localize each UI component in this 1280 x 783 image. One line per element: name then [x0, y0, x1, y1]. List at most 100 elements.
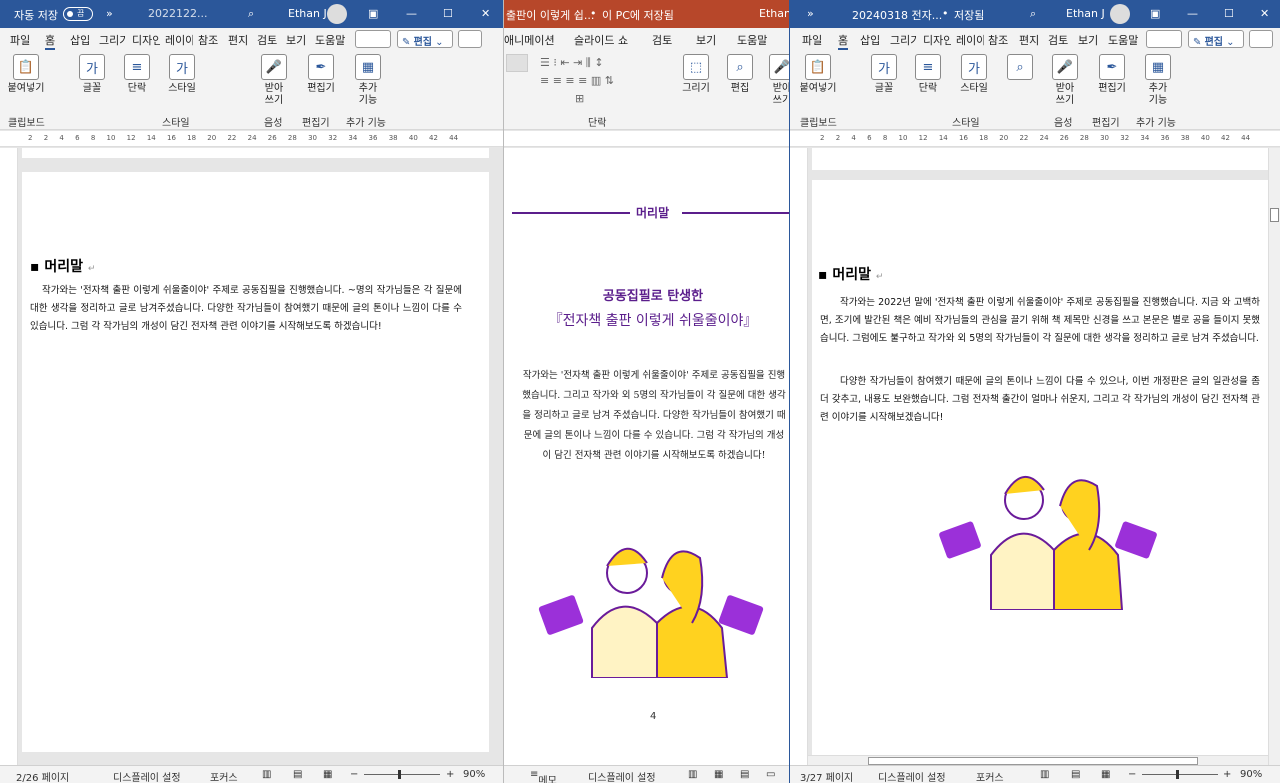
slide-page[interactable]: 머리말 공동집필로 탄생한 『전자책 출판 이렇게 쉬울줄이야』 작가와는 '전… — [504, 148, 789, 765]
display-settings[interactable]: 디스플레이 설정 — [113, 769, 181, 783]
share-button[interactable] — [458, 30, 482, 48]
edit-mode-button[interactable]: ✎ 편집 ⌄ — [1188, 30, 1244, 48]
dictate-button[interactable]: 🎤받아 쓰기 — [762, 54, 789, 124]
draw-button[interactable]: ⬚ 그리기 — [676, 54, 716, 124]
search-button[interactable]: ⌕ — [1000, 54, 1040, 124]
doc-title[interactable]: 2022122... — [148, 7, 207, 20]
paragraph-button[interactable]: ≡ 단락 — [908, 54, 948, 124]
scroll-thumb[interactable] — [1270, 208, 1279, 222]
focus-mode[interactable]: 포커스 — [210, 769, 238, 783]
zoom-out-icon[interactable]: − — [1128, 769, 1136, 780]
tab-slideshow[interactable]: 슬라이드 쇼 — [574, 32, 628, 48]
tab-references[interactable]: 참조 — [198, 32, 218, 48]
horizontal-ruler[interactable] — [504, 131, 789, 147]
zoom-slider[interactable] — [364, 770, 440, 779]
read-mode-icon[interactable]: ▥ — [1040, 769, 1049, 780]
close-icon[interactable]: ✕ — [481, 7, 490, 20]
paragraph-button[interactable]: ≡ 단락 — [117, 54, 157, 124]
doc-title[interactable]: 출판이 이렇게 쉽... — [506, 7, 594, 23]
tab-help[interactable]: 도움말 — [737, 32, 767, 48]
tab-file[interactable]: 파일 — [10, 32, 30, 48]
tab-references[interactable]: 참조 — [988, 32, 1008, 48]
tab-help[interactable]: 도움말 — [315, 32, 345, 48]
minimize-icon[interactable]: — — [1187, 7, 1198, 20]
web-layout-icon[interactable]: ▦ — [1101, 769, 1110, 780]
page[interactable]: ▪ 머리말 ↵ 작가와는 '전자책 출판 이렇게 쉬울줄이야' 주제로 공동집필… — [22, 172, 489, 752]
zoom-out-icon[interactable]: − — [350, 769, 358, 780]
more-icon[interactable]: » — [807, 7, 814, 20]
tab-help[interactable]: 도움말 — [1108, 32, 1138, 48]
editing-button[interactable]: ⌕ 편집 — [720, 54, 760, 124]
comments-button[interactable] — [1146, 30, 1182, 48]
document-area[interactable]: ▪ 머리말 ↵ 작가와는 2022년 말에 '전자책 출판 이렇게 쉬울줄이야'… — [808, 148, 1268, 765]
web-layout-icon[interactable]: ▦ — [323, 769, 332, 780]
tab-file[interactable]: 파일 — [802, 32, 822, 48]
tab-review[interactable]: 검토 — [257, 32, 277, 48]
tab-view[interactable]: 보기 — [286, 32, 306, 48]
font-button[interactable]: 가 글꼴 — [864, 54, 904, 124]
h-scroll-thumb[interactable] — [868, 757, 1198, 765]
print-layout-icon[interactable]: ▤ — [293, 769, 302, 780]
share-button[interactable] — [1249, 30, 1273, 48]
vertical-scrollbar[interactable] — [1268, 148, 1280, 765]
avatar[interactable] — [1110, 4, 1130, 24]
slide-area[interactable]: 머리말 공동집필로 탄생한 『전자책 출판 이렇게 쉬울줄이야』 작가와는 '전… — [504, 148, 789, 765]
tab-design[interactable]: 디자인 — [923, 32, 951, 48]
tab-design[interactable]: 디자인 — [132, 32, 160, 48]
save-status[interactable]: 이 PC에 저장됨 — [602, 7, 674, 23]
search-icon[interactable]: ⌕ — [1030, 7, 1036, 21]
tab-insert[interactable]: 삽입 — [70, 32, 90, 48]
search-icon[interactable]: ⌕ — [248, 7, 254, 21]
avatar[interactable] — [327, 4, 347, 24]
zoom-slider[interactable] — [1142, 770, 1218, 779]
print-layout-icon[interactable]: ▤ — [1071, 769, 1080, 780]
more-icon[interactable]: » — [106, 7, 113, 20]
tab-review[interactable]: 검토 — [652, 32, 672, 48]
font-button[interactable]: 가 글꼴 — [72, 54, 112, 124]
page[interactable]: ▪ 머리말 ↵ 작가와는 2022년 말에 '전자책 출판 이렇게 쉬울줄이야'… — [812, 180, 1268, 765]
comments-button[interactable] — [355, 30, 391, 48]
slideshow-view-icon[interactable]: ▭ — [766, 769, 775, 780]
user-name[interactable]: Ethan J — [1066, 7, 1105, 20]
zoom-level[interactable]: 90% — [1240, 769, 1262, 780]
tab-mailings[interactable]: 편지 — [228, 32, 248, 48]
tab-animations[interactable]: 애니메이션 — [504, 32, 555, 48]
tab-home[interactable]: 홈 — [838, 32, 849, 50]
normal-view-icon[interactable]: ▥ — [688, 769, 697, 780]
paragraph-controls[interactable]: ☰ ⁝ ⇤ ⇥ ⫼ ↕ ≡ ≡ ≡ ≡ ▥ ⇅ ⊞ — [540, 54, 660, 110]
user-name[interactable]: Ethan — [759, 7, 789, 20]
horizontal-ruler[interactable]: 2 2 4 6 8 10 12 14 16 18 20 22 24 26 28 … — [0, 131, 503, 147]
tab-draw[interactable]: 그리기 — [890, 32, 918, 48]
ribbon-display-icon[interactable]: ▣ — [1150, 7, 1160, 20]
read-mode-icon[interactable]: ▥ — [262, 769, 271, 780]
tab-home[interactable]: 홈 — [45, 32, 56, 50]
tab-mailings[interactable]: 편지 — [1019, 32, 1039, 48]
minimize-icon[interactable]: — — [406, 7, 417, 20]
tab-draw[interactable]: 그리기 — [99, 32, 127, 48]
focus-mode[interactable]: 포커스 — [976, 769, 1004, 783]
page-count[interactable]: 2/26 페이지 — [16, 769, 69, 783]
font-size-box[interactable] — [506, 54, 528, 72]
edit-mode-button[interactable]: ✎ 편집 ⌄ — [397, 30, 453, 48]
zoom-in-icon[interactable]: + — [446, 769, 454, 780]
tab-view[interactable]: 보기 — [1078, 32, 1098, 48]
document-area[interactable]: ▪ 머리말 ↵ 작가와는 '전자책 출판 이렇게 쉬울줄이야' 주제로 공동집필… — [18, 148, 503, 765]
sorter-view-icon[interactable]: ▦ — [714, 769, 723, 780]
user-name[interactable]: Ethan J — [288, 7, 327, 20]
vertical-ruler[interactable] — [790, 148, 808, 765]
horizontal-scrollbar[interactable] — [808, 755, 1268, 765]
autosave-toggle[interactable]: 끔 — [63, 7, 93, 21]
tab-review[interactable]: 검토 — [1048, 32, 1068, 48]
tab-layout[interactable]: 레이아웃 — [165, 32, 193, 48]
maximize-icon[interactable]: ☐ — [443, 7, 453, 20]
tab-layout[interactable]: 레이아웃 — [956, 32, 984, 48]
tab-insert[interactable]: 삽입 — [860, 32, 880, 48]
display-settings[interactable]: 디스플레이 설정 — [588, 769, 656, 783]
page-count[interactable]: 3/27 페이지 — [800, 769, 853, 783]
save-status[interactable]: 저장됨 — [954, 7, 984, 23]
maximize-icon[interactable]: ☐ — [1224, 7, 1234, 20]
doc-title[interactable]: 20240318 전자... — [852, 7, 942, 23]
display-settings[interactable]: 디스플레이 설정 — [878, 769, 946, 783]
zoom-level[interactable]: 90% — [463, 769, 485, 780]
zoom-in-icon[interactable]: + — [1223, 769, 1231, 780]
